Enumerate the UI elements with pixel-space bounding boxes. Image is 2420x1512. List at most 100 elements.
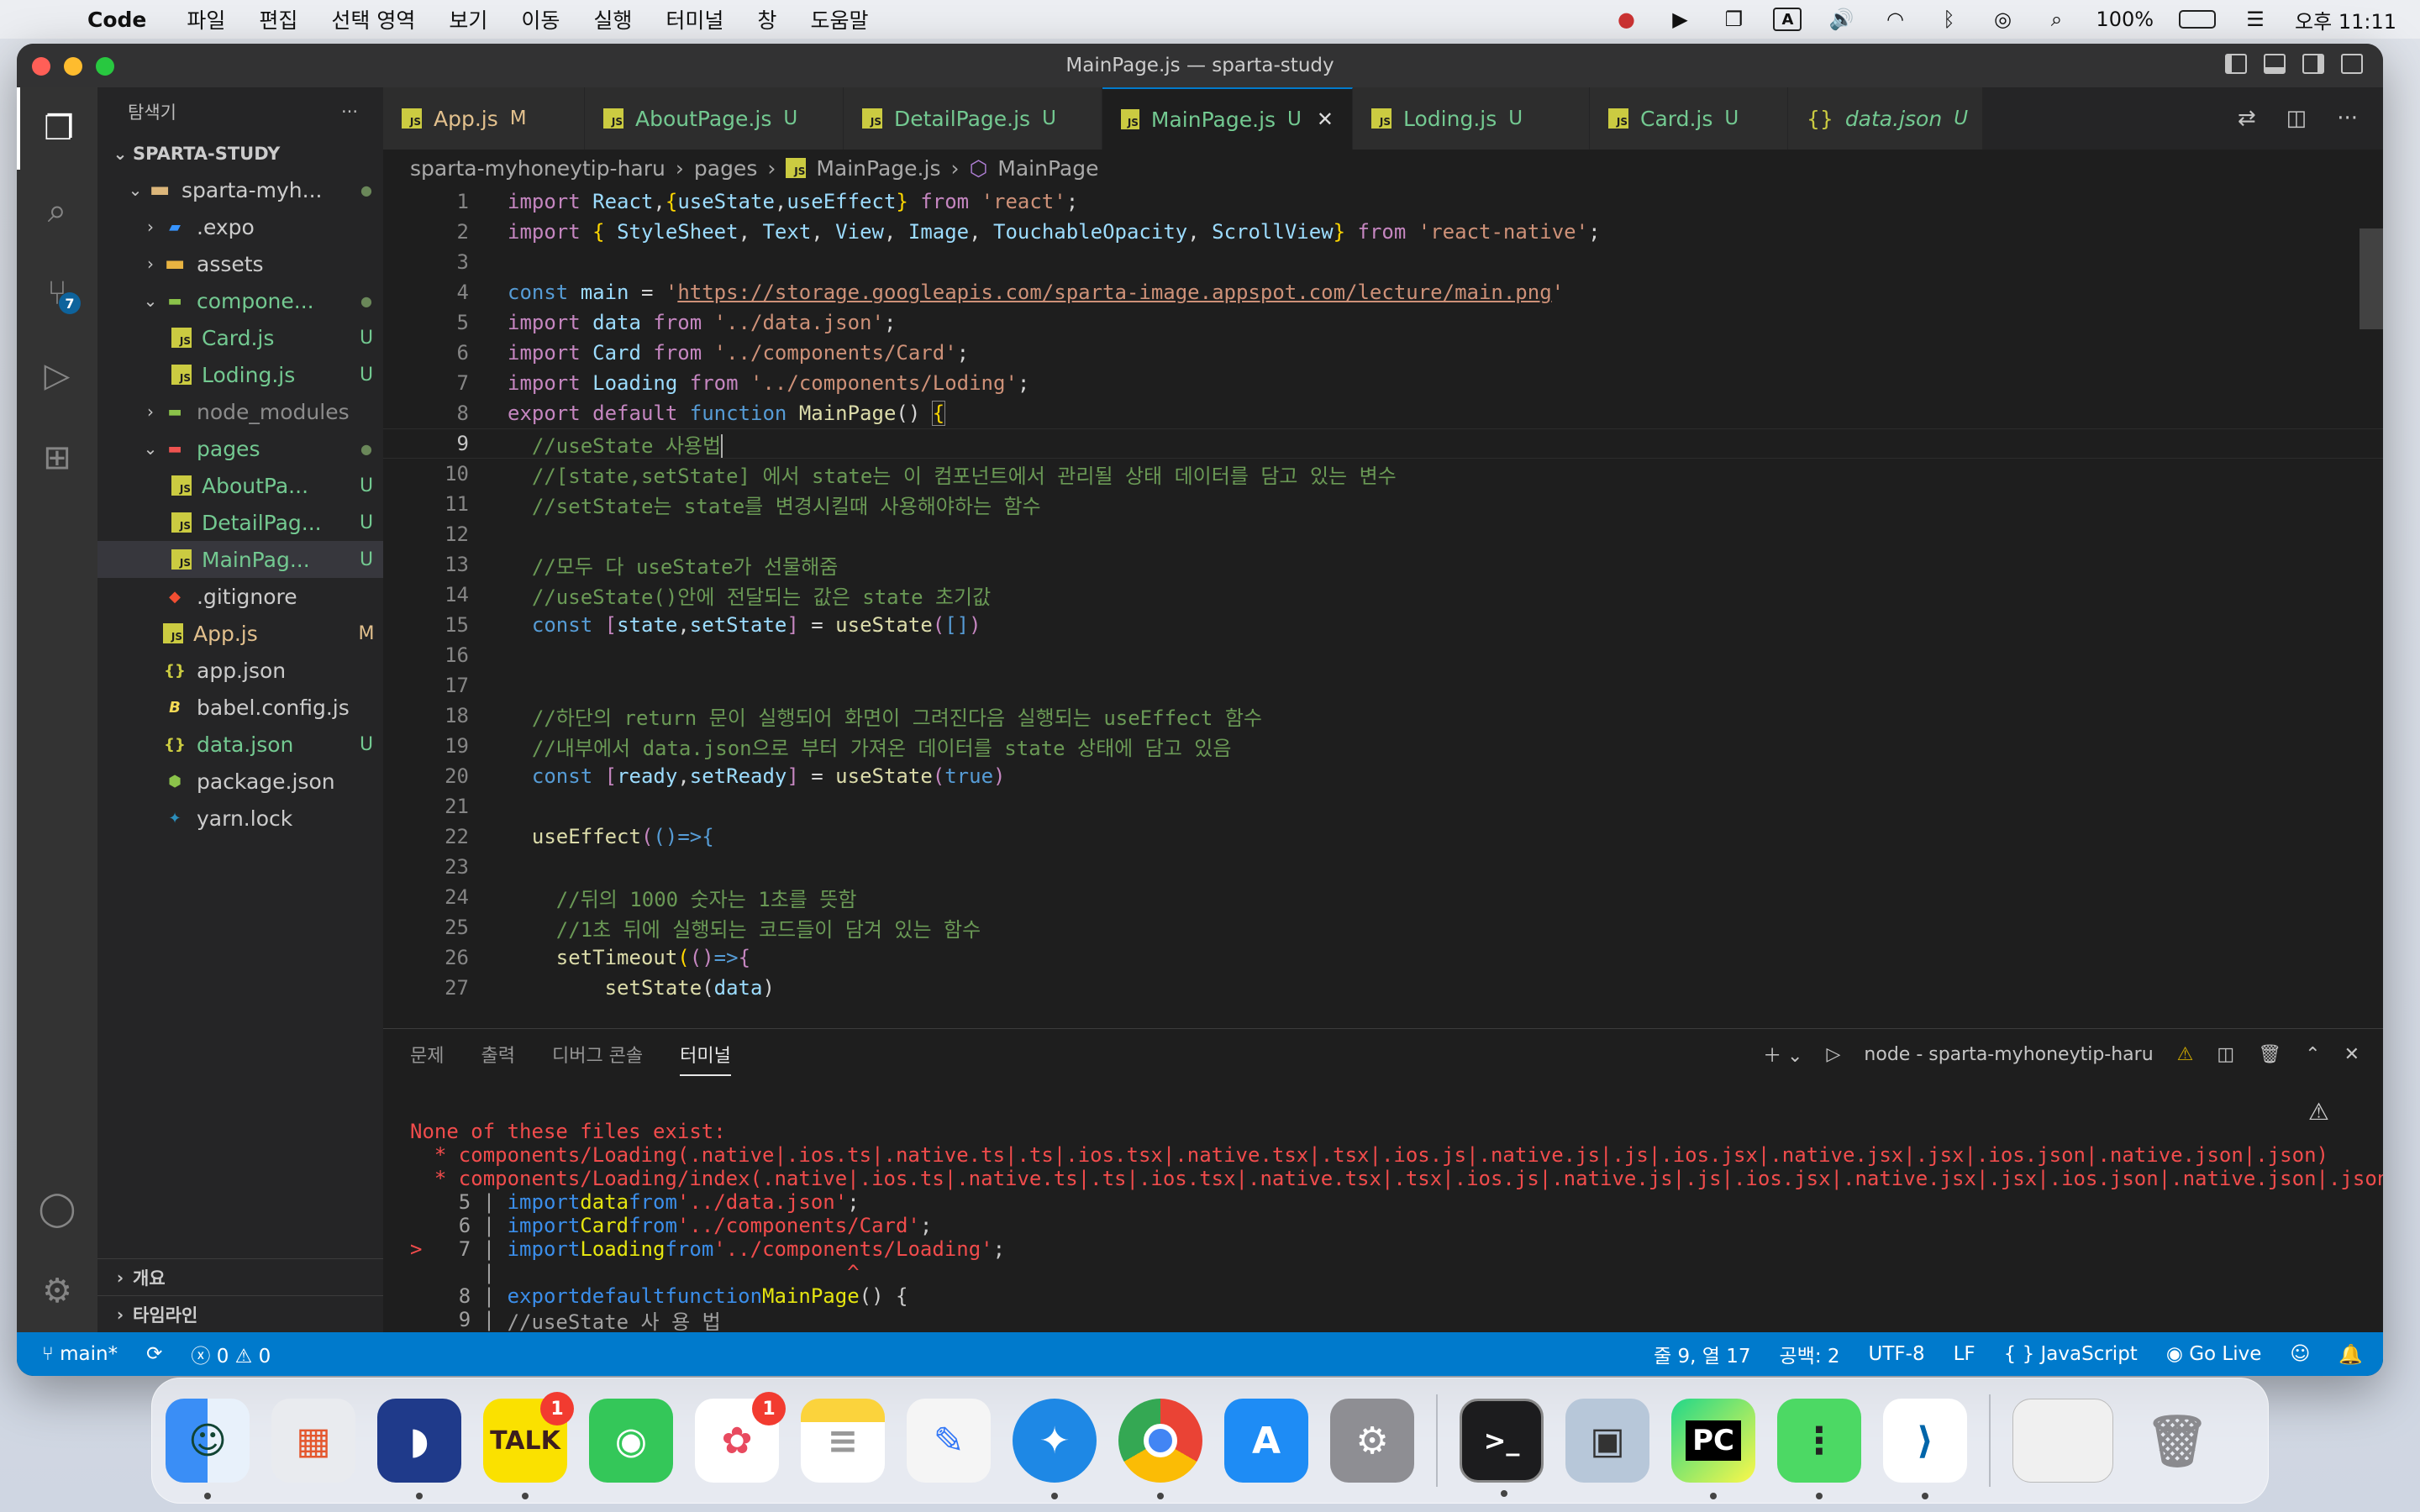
trash-icon[interactable]: 🗑	[2135, 1399, 2219, 1483]
tree-file-detailpage[interactable]: JS DetailPag... U	[97, 504, 383, 541]
end-of-line[interactable]: LF	[1954, 1343, 1975, 1365]
split-terminal-icon[interactable]: ◫	[2217, 1044, 2234, 1065]
tree-file-package-json[interactable]: ⬢ package.json	[97, 763, 383, 800]
close-window-button[interactable]	[32, 57, 50, 76]
messages-icon[interactable]: ◉	[589, 1399, 673, 1483]
preview-icon[interactable]: ▣	[1565, 1399, 1649, 1483]
tree-file-mainpage[interactable]: JS MainPag... U	[97, 541, 383, 578]
breadcrumb-project[interactable]: sparta-myhoneytip-haru	[410, 156, 666, 181]
tree-folder-node-modules[interactable]: › ▬ node_modules	[97, 393, 383, 430]
bluetooth-icon[interactable]: ᛒ	[1934, 8, 1963, 31]
menu-help[interactable]: 도움말	[810, 4, 868, 34]
notification-app-icon[interactable]: ●	[1612, 8, 1640, 31]
account-icon[interactable]: ◯	[17, 1168, 97, 1250]
chrome-icon[interactable]	[1118, 1399, 1202, 1499]
panel-tab-debug-console[interactable]: 디버그 콘솔	[552, 1041, 643, 1068]
pycharm-icon[interactable]: PC	[1671, 1399, 1755, 1499]
panel-tab-output[interactable]: 출력	[481, 1041, 514, 1068]
menu-go[interactable]: 이동	[521, 4, 560, 34]
notifications-bell-icon[interactable]: 🔔	[2338, 1343, 2363, 1366]
breadcrumb-symbol[interactable]: MainPage	[997, 156, 1098, 181]
input-method-icon[interactable]: A	[1773, 8, 1802, 31]
toggle-secondary-sidebar-icon[interactable]	[2302, 54, 2324, 74]
problems-count[interactable]: ⓧ 0 ⚠ 0	[191, 1340, 271, 1368]
toggle-sidebar-icon[interactable]	[2225, 54, 2247, 74]
maximize-panel-icon[interactable]: ⌃	[2305, 1044, 2320, 1065]
tab-data-json[interactable]: {} data.json U	[1788, 87, 1983, 150]
language-mode[interactable]: { } JavaScript	[2004, 1343, 2138, 1365]
tree-file-babel-config[interactable]: Bbabel.config.js	[97, 689, 383, 726]
finder-icon[interactable]: ☺	[166, 1399, 250, 1499]
explorer-more-icon[interactable]: ···	[341, 102, 358, 122]
code-editor[interactable]: 1 import React,{useState,useEffect} from …	[383, 186, 2383, 1028]
split-editor-icon[interactable]: ◫	[2286, 106, 2307, 131]
indentation[interactable]: 공백: 2	[1780, 1340, 1840, 1368]
menu-app-name[interactable]: Code	[87, 8, 146, 32]
window-stack-icon[interactable]: ❐	[1719, 8, 1748, 31]
whale-browser-icon[interactable]: ◗	[377, 1399, 461, 1499]
terminal-name[interactable]: node - sparta-myhoneytip-haru	[1864, 1044, 2153, 1065]
play-icon[interactable]: ▶	[1665, 8, 1694, 31]
sync-icon[interactable]: ⟳	[146, 1343, 162, 1365]
tree-file-data-json[interactable]: {} data.json U	[97, 726, 383, 763]
tree-file-card[interactable]: JS Card.js U	[97, 319, 383, 356]
tree-file-loding[interactable]: JS Loding.js U	[97, 356, 383, 393]
menu-terminal[interactable]: 터미널	[666, 4, 723, 34]
control-center-icon[interactable]: ☰	[2241, 8, 2270, 31]
tree-file-app-js[interactable]: JS App.js M	[97, 615, 383, 652]
close-panel-icon[interactable]: ✕	[2344, 1044, 2360, 1065]
launchpad-icon[interactable]: ▦	[271, 1399, 355, 1483]
photos-icon[interactable]: ✿ 1	[695, 1392, 786, 1483]
menu-selection[interactable]: 선택 영역	[331, 4, 415, 34]
chrome-window-thumbnail-icon[interactable]	[2012, 1399, 2113, 1483]
run-debug-icon[interactable]: ▷	[17, 334, 97, 417]
editor-scrollbar[interactable]	[2360, 228, 2383, 329]
customize-layout-icon[interactable]	[2341, 54, 2363, 74]
menu-file[interactable]: 파일	[187, 4, 225, 34]
explorer-icon[interactable]: ❐	[17, 87, 97, 170]
system-settings-icon[interactable]: ⚙	[1330, 1399, 1414, 1483]
terminal-app-icon[interactable]: >_	[1460, 1399, 1544, 1497]
search-icon[interactable]: ⌕	[17, 170, 97, 252]
settings-gear-icon[interactable]: ⚙	[17, 1250, 97, 1332]
editor-more-icon[interactable]: ···	[2337, 106, 2358, 131]
timeline-section[interactable]: › 타임라인	[97, 1295, 383, 1332]
safari-icon[interactable]: ✦	[1013, 1399, 1097, 1499]
tab-detailpage[interactable]: JS DetailPage.js U	[844, 87, 1102, 150]
wifi-icon[interactable]: ◠	[1881, 8, 1909, 31]
open-changes-icon[interactable]: ⇄	[2238, 106, 2256, 131]
close-tab-icon[interactable]: ✕	[1317, 108, 1334, 131]
tree-file-gitignore[interactable]: ◆ .gitignore	[97, 578, 383, 615]
breadcrumb-folder[interactable]: pages	[694, 156, 757, 181]
volume-icon[interactable]: 🔊	[1827, 8, 1855, 31]
spotlight-search-icon[interactable]: ⌕	[2042, 8, 2070, 31]
tree-folder-assets[interactable]: › ▬ assets	[97, 245, 383, 282]
tab-aboutpage[interactable]: JS AboutPage.js U	[585, 87, 844, 150]
archive-utility-icon[interactable]: ⋮	[1777, 1399, 1861, 1499]
breadcrumb-file[interactable]: MainPage.js	[816, 156, 940, 181]
panel-tab-problems[interactable]: 문제	[410, 1041, 444, 1068]
tab-loding[interactable]: JS Loding.js U	[1353, 87, 1590, 150]
toggle-panel-icon[interactable]	[2264, 54, 2286, 74]
extensions-icon[interactable]: ⊞	[17, 417, 97, 499]
tree-folder-pages[interactable]: ⌄ ▬ pages ●	[97, 430, 383, 467]
textedit-icon[interactable]: ✎	[907, 1399, 991, 1483]
tree-folder-sparta-myhoneytip[interactable]: ⌄ ▬ sparta-myh... ●	[97, 171, 383, 208]
menu-view[interactable]: 보기	[449, 4, 487, 34]
tree-folder-components[interactable]: ⌄ ▬ compone... ●	[97, 282, 383, 319]
new-terminal-icon[interactable]: ＋ ⌄	[1763, 1041, 1802, 1068]
tab-app-js[interactable]: JS App.js M	[383, 87, 585, 150]
tree-file-yarn-lock[interactable]: ✦ yarn.lock	[97, 800, 383, 837]
menu-window[interactable]: 창	[757, 4, 776, 34]
vscode-icon[interactable]: ⟩	[1883, 1399, 1967, 1499]
outline-section[interactable]: › 개요	[97, 1258, 383, 1295]
airdrop-icon[interactable]: ◎	[1988, 8, 2017, 31]
battery-icon[interactable]	[2179, 10, 2217, 29]
minimize-window-button[interactable]	[64, 57, 82, 76]
feedback-icon[interactable]: ☺	[2290, 1343, 2310, 1365]
tab-card[interactable]: JS Card.js U	[1590, 87, 1788, 150]
menu-edit[interactable]: 편집	[259, 4, 297, 34]
cursor-position[interactable]: 줄 9, 열 17	[1654, 1340, 1750, 1368]
tree-file-app-json[interactable]: {} app.json	[97, 652, 383, 689]
kill-terminal-icon[interactable]: 🗑	[2258, 1044, 2281, 1065]
